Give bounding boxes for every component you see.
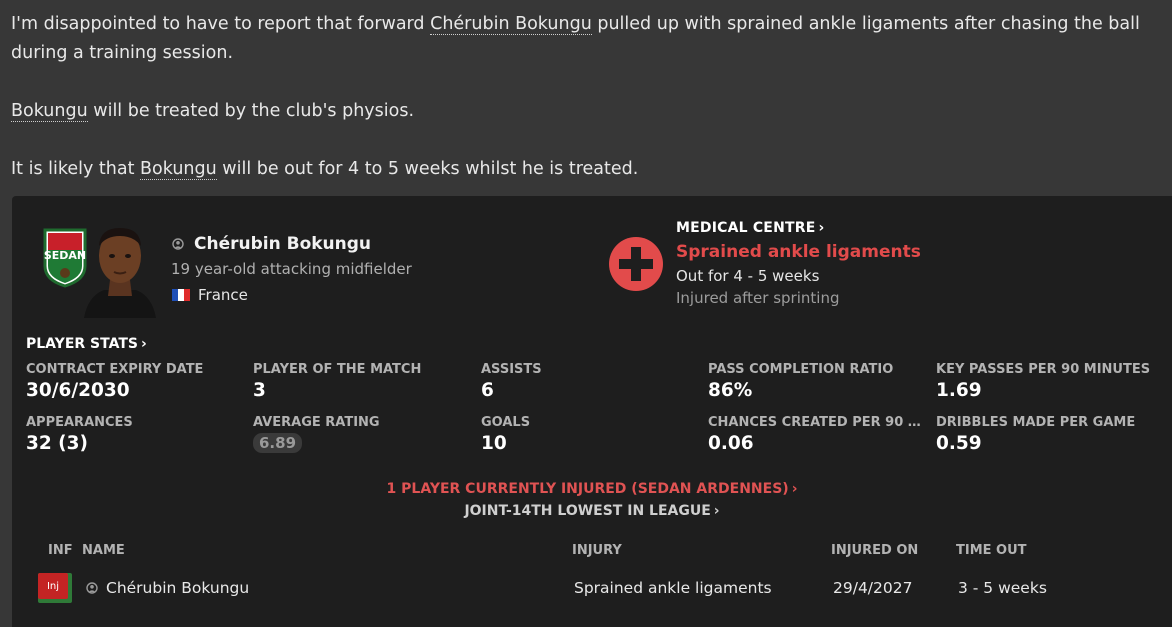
stat-label: KEY PASSES PER 90 MINUTES: [936, 362, 1151, 377]
injury-status-label: Inj: [38, 573, 68, 599]
stat-value: 3: [253, 380, 266, 401]
column-header-injured-on[interactable]: INJURED ON: [831, 543, 918, 558]
stat-average-rating: AVERAGE RATING 6.89: [253, 415, 475, 453]
injury-status-tag: Inj: [38, 573, 72, 603]
player-name[interactable]: Chérubin Bokungu: [172, 234, 371, 254]
injury-cause: Injured after sprinting: [676, 289, 840, 307]
player-photo[interactable]: [82, 216, 158, 318]
injury-name: Sprained ankle ligaments: [676, 242, 921, 262]
player-stats-label: PLAYER STATS: [26, 336, 138, 352]
injury-duration: Out for 4 - 5 weeks: [676, 267, 820, 285]
stat-value: 30/6/2030: [26, 380, 130, 401]
stat-value: 10: [481, 433, 507, 454]
rating-badge: 6.89: [253, 433, 303, 453]
news-message: I'm disappointed to have to report that …: [11, 10, 1161, 184]
stat-value: 0.06: [708, 433, 754, 454]
player-stats-link[interactable]: PLAYER STATS ›: [26, 336, 147, 352]
table-row[interactable]: Inj Chérubin Bokungu Sprained ankle liga…: [38, 572, 1168, 606]
row-player-name[interactable]: Chérubin Bokungu: [86, 579, 249, 597]
chevron-right-icon: ›: [140, 336, 147, 352]
player-description: 19 year-old attacking midfielder: [171, 260, 412, 278]
injured-players-link[interactable]: 1 PLAYER CURRENTLY INJURED (SEDAN ARDENN…: [12, 481, 1172, 497]
stat-value: 32 (3): [26, 433, 88, 454]
column-header-injury[interactable]: INJURY: [572, 543, 622, 558]
person-icon: [86, 582, 98, 594]
row-player-name-text: Chérubin Bokungu: [106, 579, 250, 597]
league-rank-link[interactable]: JOINT-14TH LOWEST IN LEAGUE ›: [12, 503, 1172, 519]
medical-cross-icon: [609, 237, 663, 291]
player-link[interactable]: Bokungu: [140, 159, 217, 180]
stat-label: GOALS: [481, 415, 531, 430]
player-link[interactable]: Bokungu: [11, 101, 88, 122]
chevron-right-icon: ›: [818, 220, 825, 236]
stat-key-passes: KEY PASSES PER 90 MINUTES 1.69: [936, 362, 1158, 401]
stat-dribbles: DRIBBLES MADE PER GAME 0.59: [936, 415, 1158, 454]
stat-goals: GOALS 10: [481, 415, 703, 454]
stat-value: 1.69: [936, 380, 982, 401]
stat-pass-completion: PASS COMPLETION RATIO 86%: [708, 362, 930, 401]
injured-players-text: 1 PLAYER CURRENTLY INJURED (SEDAN ARDENN…: [386, 481, 789, 497]
stat-label: APPEARANCES: [26, 415, 133, 430]
chevron-right-icon: ›: [791, 481, 798, 497]
player-nationality[interactable]: France: [172, 286, 248, 304]
row-injury: Sprained ankle ligaments: [574, 579, 772, 597]
stat-appearances: APPEARANCES 32 (3): [26, 415, 248, 454]
stat-assists: ASSISTS 6: [481, 362, 703, 401]
message-text: will be out for 4 to 5 weeks whilst he i…: [216, 159, 639, 179]
column-header-name[interactable]: NAME: [82, 543, 125, 558]
stat-label: ASSISTS: [481, 362, 542, 377]
injury-report-card: SEDAN Chérubin Bokungu 19 year-old attac…: [12, 196, 1172, 627]
person-icon: [172, 238, 184, 250]
stat-value: 6: [481, 380, 494, 401]
stat-label: DRIBBLES MADE PER GAME: [936, 415, 1136, 430]
stat-value: 86%: [708, 380, 753, 401]
chevron-right-icon: ›: [713, 503, 720, 519]
stat-contract-expiry: CONTRACT EXPIRY DATE 30/6/2030: [26, 362, 248, 401]
row-injured-on: 29/4/2027: [833, 579, 913, 597]
message-text: I'm disappointed to have to report that …: [11, 14, 431, 34]
stat-value: 0.59: [936, 433, 982, 454]
medical-centre-label: MEDICAL CENTRE: [676, 220, 816, 236]
message-paragraph-2: Bokungu will be treated by the club's ph…: [11, 97, 1161, 126]
stat-label: PLAYER OF THE MATCH: [253, 362, 422, 377]
stat-player-of-match: PLAYER OF THE MATCH 3: [253, 362, 475, 401]
message-text: will be treated by the club's physios.: [87, 101, 415, 121]
column-header-time-out[interactable]: TIME OUT: [956, 543, 1027, 558]
club-badge-text: SEDAN: [44, 249, 86, 262]
france-flag-icon: [172, 289, 190, 301]
medical-centre-link[interactable]: MEDICAL CENTRE ›: [676, 220, 824, 236]
message-text: It is likely that: [11, 159, 141, 179]
league-rank-text: JOINT-14TH LOWEST IN LEAGUE: [464, 503, 711, 519]
stat-label: AVERAGE RATING: [253, 415, 380, 430]
stat-label: CHANCES CREATED PER 90 MIN...: [708, 415, 930, 430]
message-paragraph-3: It is likely that Bokungu will be out fo…: [11, 155, 1161, 184]
nationality-text: France: [198, 286, 248, 304]
player-name-text: Chérubin Bokungu: [194, 234, 372, 254]
column-header-inf[interactable]: INF: [48, 543, 73, 558]
player-link[interactable]: Chérubin Bokungu: [430, 14, 592, 35]
stat-label: CONTRACT EXPIRY DATE: [26, 362, 204, 377]
stat-chances-created: CHANCES CREATED PER 90 MIN... 0.06: [708, 415, 930, 454]
row-time-out: 3 - 5 weeks: [958, 579, 1047, 597]
stat-label: PASS COMPLETION RATIO: [708, 362, 894, 377]
message-paragraph-1: I'm disappointed to have to report that …: [11, 10, 1161, 68]
